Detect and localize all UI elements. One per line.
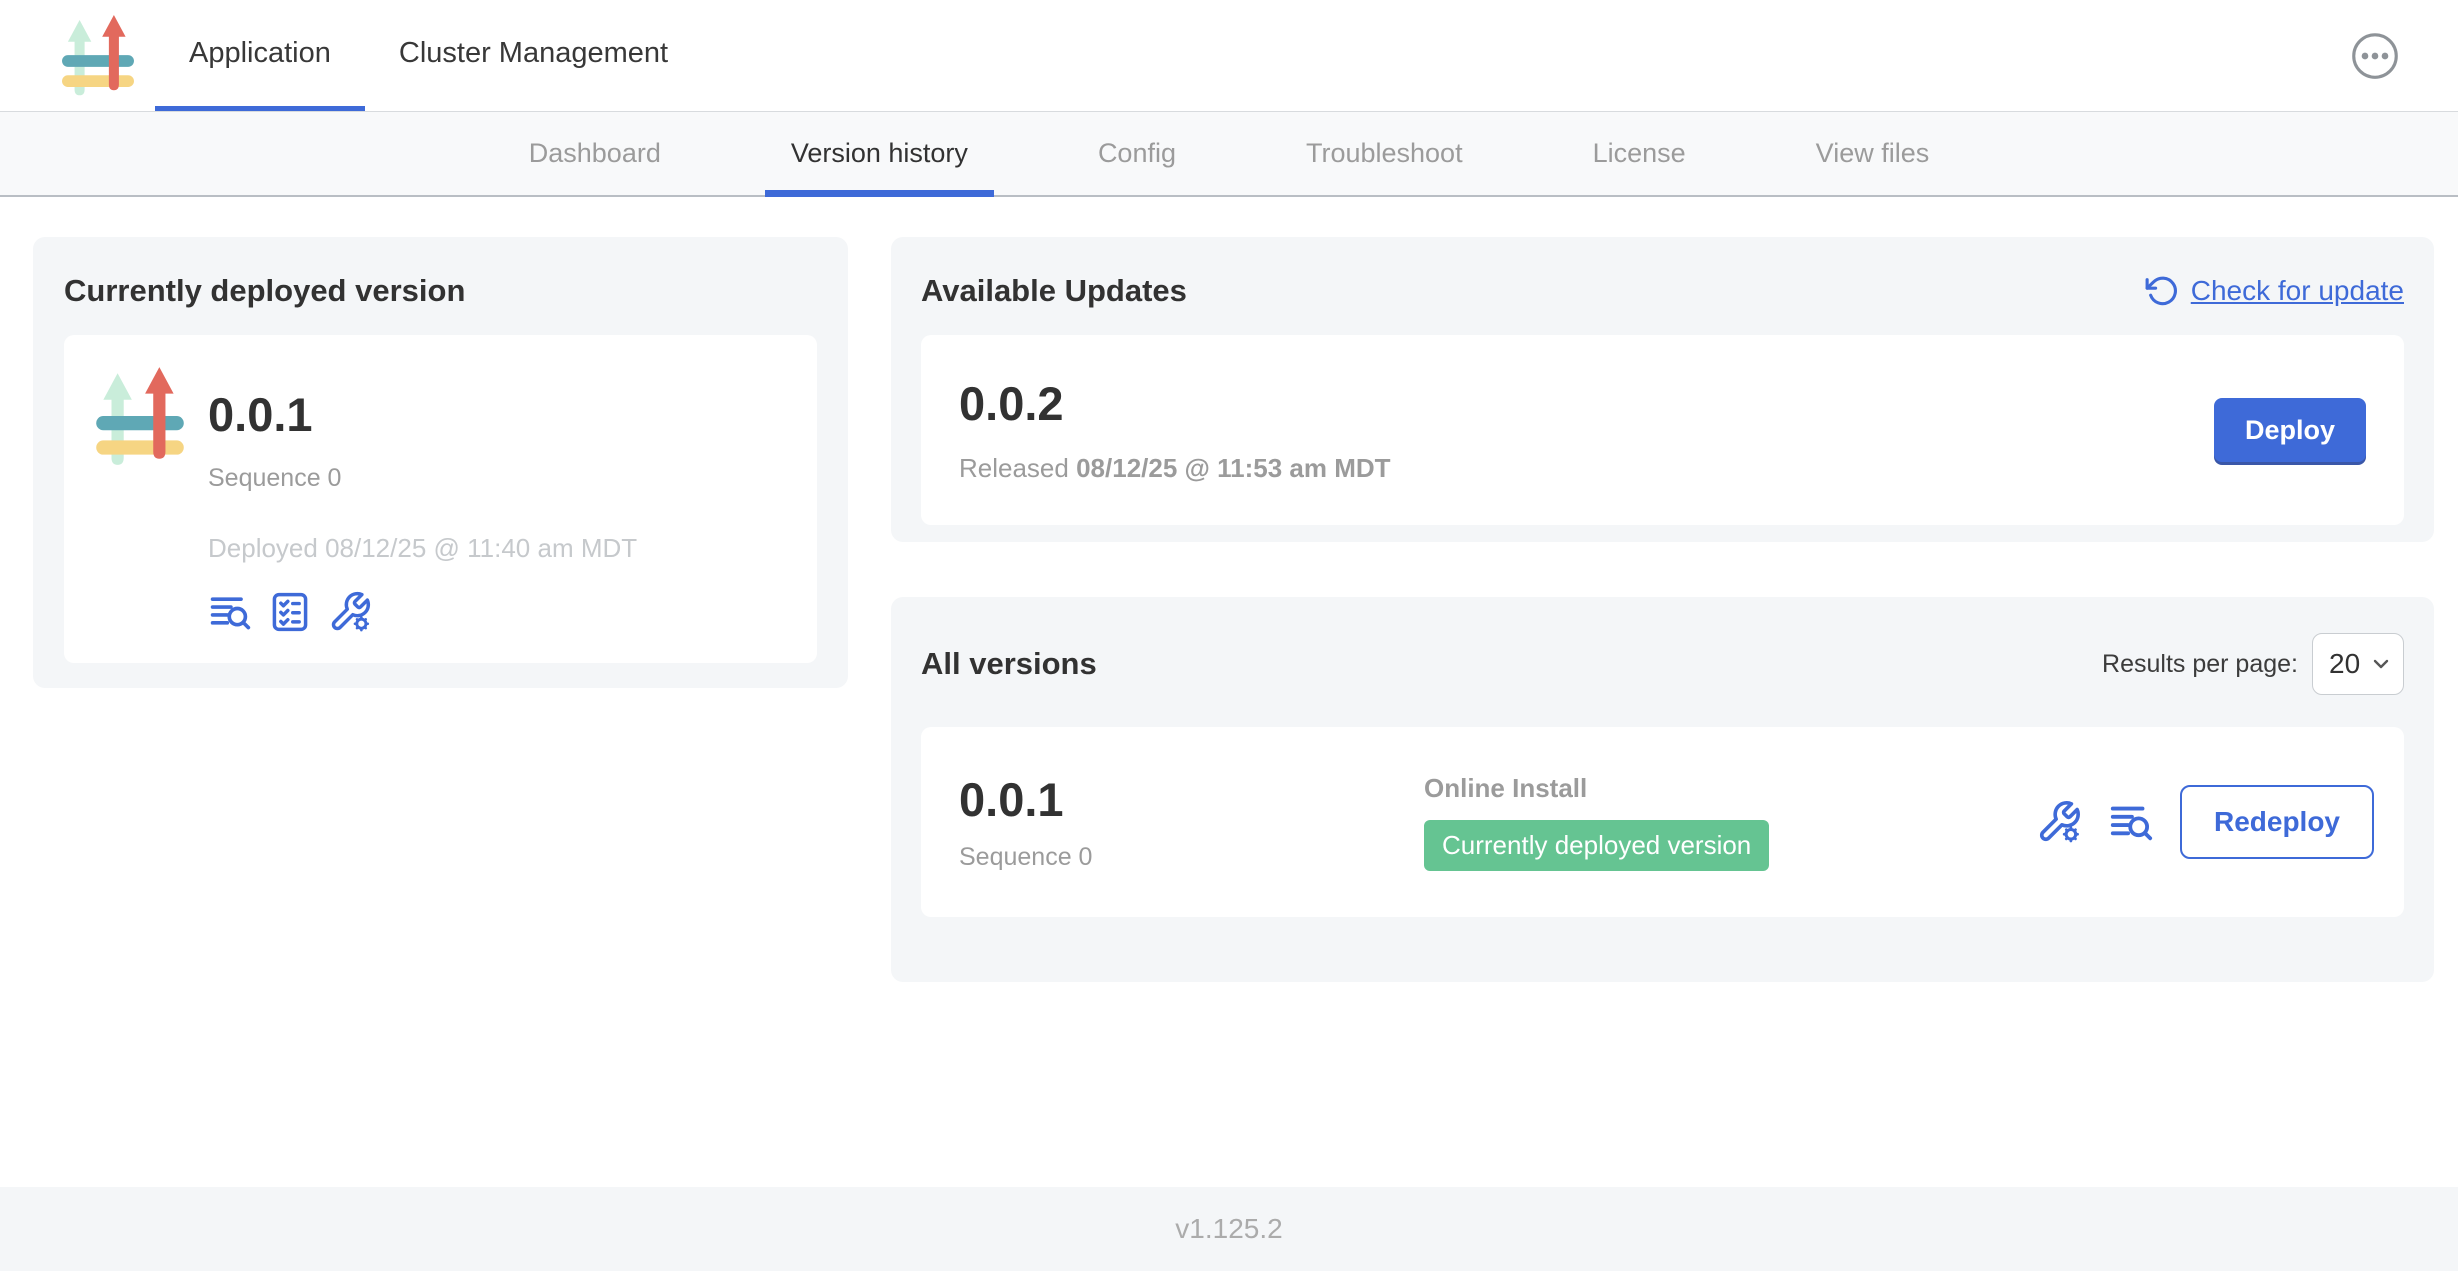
currently-deployed-badge: Currently deployed version	[1424, 820, 1769, 871]
preflight-checks-icon[interactable]	[268, 590, 312, 634]
app-logo	[55, 0, 141, 111]
console-version: v1.125.2	[1175, 1213, 1282, 1245]
app-sub-navigation: Dashboard Version history Config Trouble…	[0, 112, 2458, 197]
app-logo-icon	[55, 10, 141, 102]
currently-deployed-card: Currently deployed version 0.0.1 Sequenc…	[33, 237, 848, 688]
deployed-sequence: Sequence 0	[208, 464, 637, 493]
all-versions-title: All versions	[921, 646, 1097, 682]
subnav-label-version-history: Version history	[791, 138, 968, 169]
subnav-label-license: License	[1593, 138, 1686, 169]
subnav-label-view-files: View files	[1816, 138, 1930, 169]
tab-application[interactable]: Application	[155, 0, 365, 111]
released-timestamp: 08/12/25 @ 11:53 am MDT	[1076, 453, 1390, 483]
tab-cluster-management-label: Cluster Management	[399, 37, 668, 70]
subnav-item-dashboard[interactable]: Dashboard	[529, 112, 661, 195]
edit-config-icon[interactable]	[2036, 799, 2082, 845]
available-update-row: 0.0.2 Released 08/12/25 @ 11:53 am MDT D…	[921, 335, 2404, 525]
top-navigation: Application Cluster Management	[0, 0, 2458, 112]
refresh-icon	[2145, 274, 2179, 308]
ellipsis-circle-icon	[2350, 31, 2400, 81]
redeploy-button[interactable]: Redeploy	[2180, 785, 2374, 859]
results-per-page-value: 20	[2329, 648, 2360, 680]
overflow-menu-button[interactable]	[2350, 31, 2400, 81]
check-for-update-label: Check for update	[2191, 275, 2404, 307]
tab-application-label: Application	[189, 37, 331, 70]
deployed-version-actions	[208, 590, 637, 634]
app-logo	[94, 361, 186, 637]
available-updates-card: Available Updates Check for update 0.0.2	[891, 237, 2434, 542]
row-version-number: 0.0.1	[959, 772, 1424, 827]
subnav-label-troubleshoot: Troubleshoot	[1306, 138, 1463, 169]
subnav-item-version-history[interactable]: Version history	[791, 112, 968, 195]
view-diff-icon[interactable]	[2108, 799, 2154, 845]
view-diff-icon[interactable]	[208, 590, 252, 634]
deploy-button[interactable]: Deploy	[2214, 398, 2366, 462]
row-sequence: Sequence 0	[959, 843, 1424, 872]
subnav-label-dashboard: Dashboard	[529, 138, 661, 169]
footer: v1.125.2	[0, 1187, 2458, 1271]
all-versions-card: All versions Results per page: 20 0.0.1 …	[891, 597, 2434, 982]
subnav-item-view-files[interactable]: View files	[1816, 112, 1930, 195]
row-actions: Redeploy	[2036, 785, 2374, 859]
results-per-page: Results per page: 20	[2102, 633, 2404, 695]
edit-config-icon[interactable]	[328, 590, 372, 634]
tab-cluster-management[interactable]: Cluster Management	[365, 0, 702, 111]
subnav-label-config: Config	[1098, 138, 1176, 169]
update-released-line: Released 08/12/25 @ 11:53 am MDT	[959, 453, 1391, 484]
subnav-item-license[interactable]: License	[1593, 112, 1686, 195]
subnav-item-config[interactable]: Config	[1098, 112, 1176, 195]
row-install-type: Online Install	[1424, 773, 2036, 804]
available-updates-title: Available Updates	[921, 273, 1187, 309]
app-logo-icon	[94, 361, 186, 473]
version-row: 0.0.1 Sequence 0 Online Install Currentl…	[921, 727, 2404, 917]
deployed-version-number: 0.0.1	[208, 387, 637, 442]
check-for-update-link[interactable]: Check for update	[2145, 274, 2404, 308]
subnav-item-troubleshoot[interactable]: Troubleshoot	[1306, 112, 1463, 195]
results-per-page-select[interactable]: 20	[2312, 633, 2404, 695]
released-label: Released	[959, 453, 1069, 483]
top-tabs: Application Cluster Management	[155, 0, 702, 111]
version-history-page: Currently deployed version 0.0.1 Sequenc…	[0, 197, 2458, 1187]
deployed-version-panel: 0.0.1 Sequence 0 Deployed 08/12/25 @ 11:…	[64, 335, 817, 663]
chevron-down-icon	[2369, 652, 2393, 676]
results-per-page-label: Results per page:	[2102, 650, 2298, 679]
update-version-number: 0.0.2	[959, 376, 1391, 431]
deployed-timestamp: Deployed 08/12/25 @ 11:40 am MDT	[208, 533, 637, 564]
deployed-card-title: Currently deployed version	[64, 273, 817, 309]
